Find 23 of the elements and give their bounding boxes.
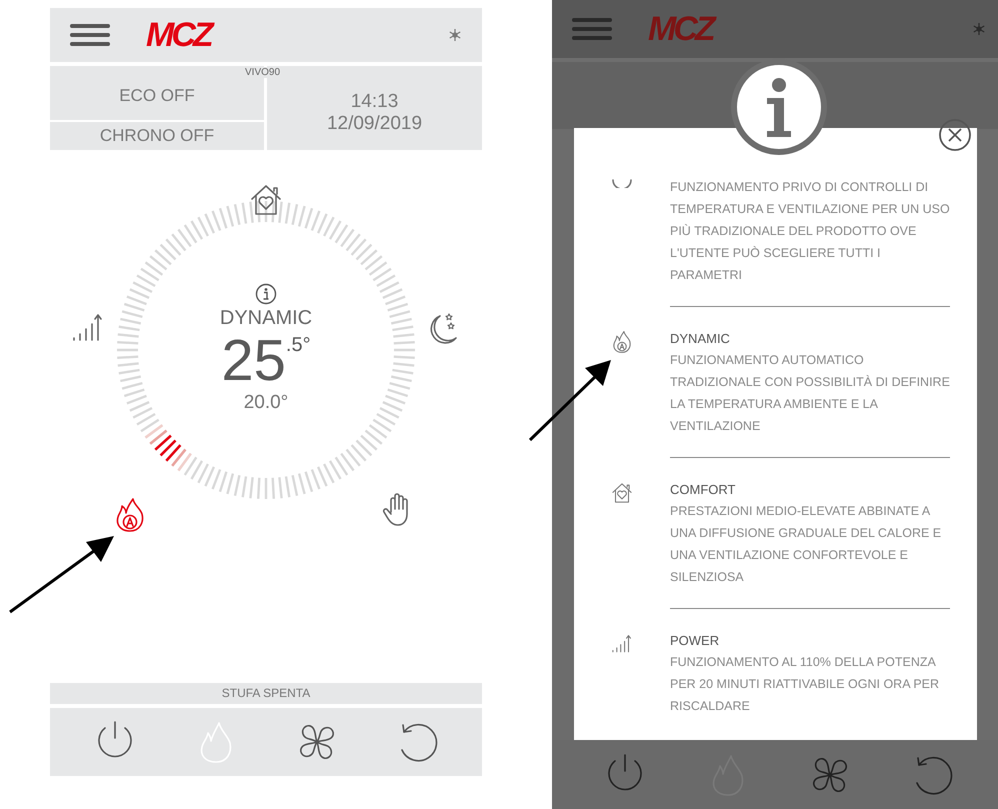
mode-label: DYNAMIC — [220, 307, 312, 330]
dial-thumb[interactable] — [144, 424, 192, 472]
entry-title: DYNAMIC — [670, 330, 731, 348]
brand-logo: MCZ — [648, 12, 716, 46]
date-text: 12/09/2019 — [326, 113, 422, 135]
chrono-status: CHRONO OFF — [50, 122, 264, 150]
model-name: VIVO90 — [245, 67, 280, 78]
entry-description: FUNZIONAMENTO AUTOMATICO TRADIZIONALE CON POSSIBILITÀ DI DEFINIRE LA TEMPERATURA AMBIENTE E LA VENTILAZIONE — [670, 352, 951, 435]
info-icon[interactable] — [255, 283, 277, 305]
close-icon[interactable] — [938, 118, 972, 152]
arc-icon — [610, 178, 634, 188]
entry-title: COMFORT — [670, 481, 736, 499]
status-bar: STUFA SPENTA — [50, 683, 482, 704]
snowflake-icon[interactable] — [448, 28, 462, 42]
room-temperature: 25$^{.5°}$ — [221, 330, 311, 392]
entry-title: POWER — [670, 632, 720, 650]
menu-icon[interactable] — [70, 23, 110, 47]
entry-description: FUNZIONAMENTO PRIVO DI CONTROLLI DI TEMPERATURA E VENTILAZIONE PER UN USO PIÙ TRADIZIONALE DEL PRODOTTO OVE L'UTENTE PUÒ SCEGLIERE TUTTI I PARAMETRI — [670, 179, 951, 284]
entry-description: FUNZIONAMENTO AL 110% DELLA POTENZA PER 20 MINUTI RIATTIVABILE OGNI ORA PER RISCALDARE — [670, 654, 940, 715]
setpoint-temperature: 20.0° — [244, 392, 288, 414]
time-text: 14:13 — [350, 91, 398, 113]
entry-description: PRESTAZIONI MEDIO-ELEVATE ABBINATE A UNA DIFFUSIONE GRADUALE DEL CALORE E UNA VENTILAZIONE CONFORTEVOLE E SILENZIOSA — [670, 503, 942, 586]
brand-logo: MCZ — [146, 18, 214, 52]
